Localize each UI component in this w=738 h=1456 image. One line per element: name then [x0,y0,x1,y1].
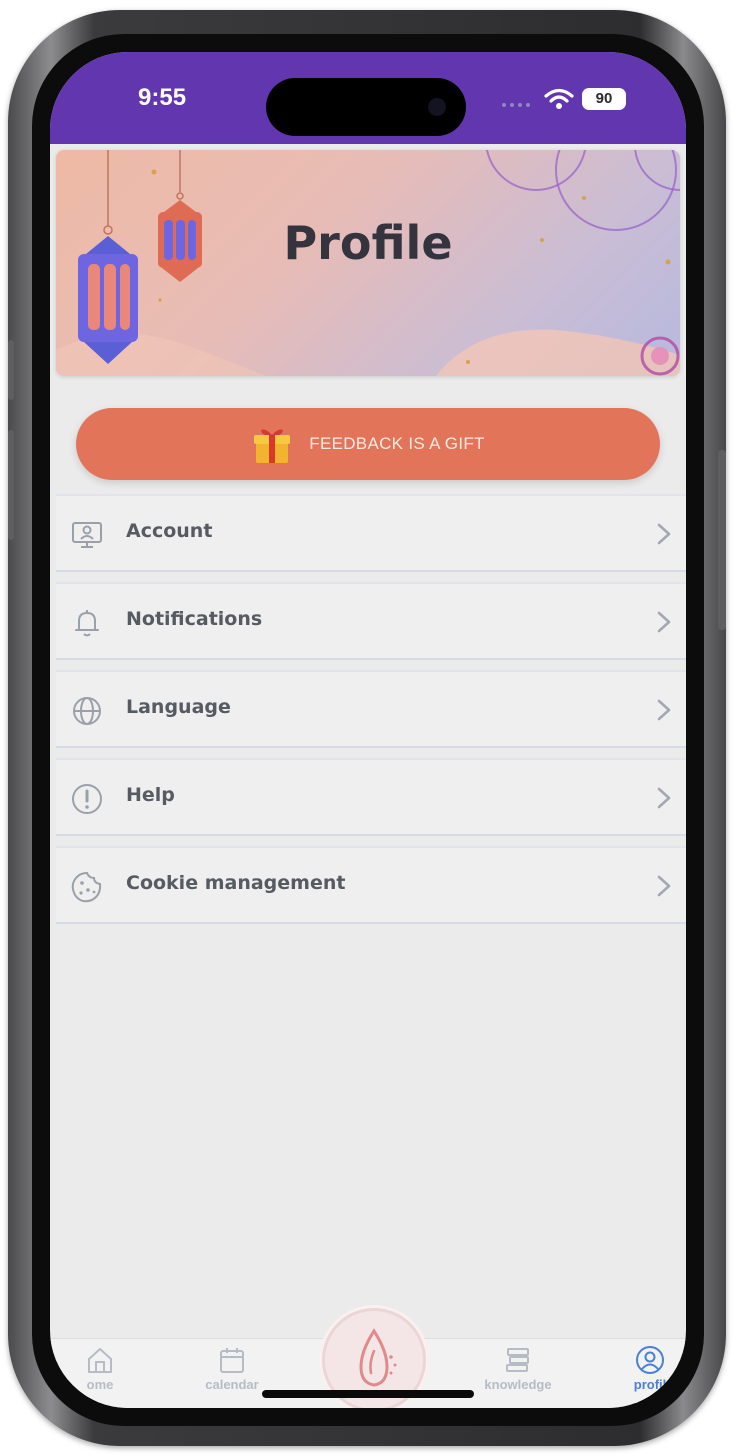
home-icon [88,1348,112,1373]
status-time: 9:55 [138,84,187,111]
cellular-signal-icon [502,103,530,107]
info-icon [72,784,102,814]
cookie-icon [71,871,102,903]
phone-screen: 9:55 90 Profile FEEDBACK IS A GIFT Accou… [50,52,686,1408]
tab-knowledge-label: knowledge [484,1377,552,1392]
menu-item-label: Notifications [126,608,263,630]
phone-frame: 9:55 90 Profile FEEDBACK IS A GIFT Accou… [8,10,726,1446]
status-bar: 9:55 90 [50,52,686,144]
bell-icon [75,610,99,637]
tab-profile[interactable]: profil [600,1345,686,1392]
dynamic-island [266,78,466,136]
feedback-button[interactable]: FEEDBACK IS A GIFT [76,408,660,480]
phone-side-button [718,450,726,630]
menu-item-account[interactable]: Account [56,496,686,572]
tab-home[interactable]: ome [50,1345,150,1392]
page-title: Profile [283,216,453,270]
chevron-right-icon [657,611,671,633]
chevron-right-icon [657,787,671,809]
phone-volume-down-button [8,430,14,540]
tab-calendar[interactable]: calendar [182,1345,282,1392]
menu-item-notifications[interactable]: Notifications [56,584,686,660]
profile-banner: Profile [56,150,680,376]
account-icon [72,522,102,548]
chevron-right-icon [657,875,671,897]
menu-item-cookie-management[interactable]: Cookie management [56,848,686,924]
books-icon [506,1348,529,1372]
tab-profile-label: profil [633,1377,667,1392]
home-indicator[interactable] [262,1390,474,1398]
settings-menu: Account Notifications Language Help Cook… [56,496,686,936]
tab-knowledge[interactable]: knowledge [468,1345,568,1392]
menu-item-label: Language [126,696,231,718]
menu-item-help[interactable]: Help [56,760,686,836]
menu-item-language[interactable]: Language [56,672,686,748]
gift-icon [254,429,291,463]
front-camera [428,98,446,116]
menu-item-label: Account [126,520,213,542]
menu-item-label: Cookie management [126,872,346,894]
chevron-right-icon [657,523,671,545]
profile-icon [636,1346,664,1374]
battery-indicator: 90 [582,88,626,110]
tab-home-label: ome [86,1377,114,1392]
calendar-icon [220,1348,244,1373]
wifi-icon [544,88,574,109]
phone-volume-up-button [8,340,14,400]
menu-item-label: Help [126,784,175,806]
globe-icon [73,697,101,725]
feedback-button-label: FEEDBACK IS A GIFT [309,434,485,453]
chevron-right-icon [657,699,671,721]
